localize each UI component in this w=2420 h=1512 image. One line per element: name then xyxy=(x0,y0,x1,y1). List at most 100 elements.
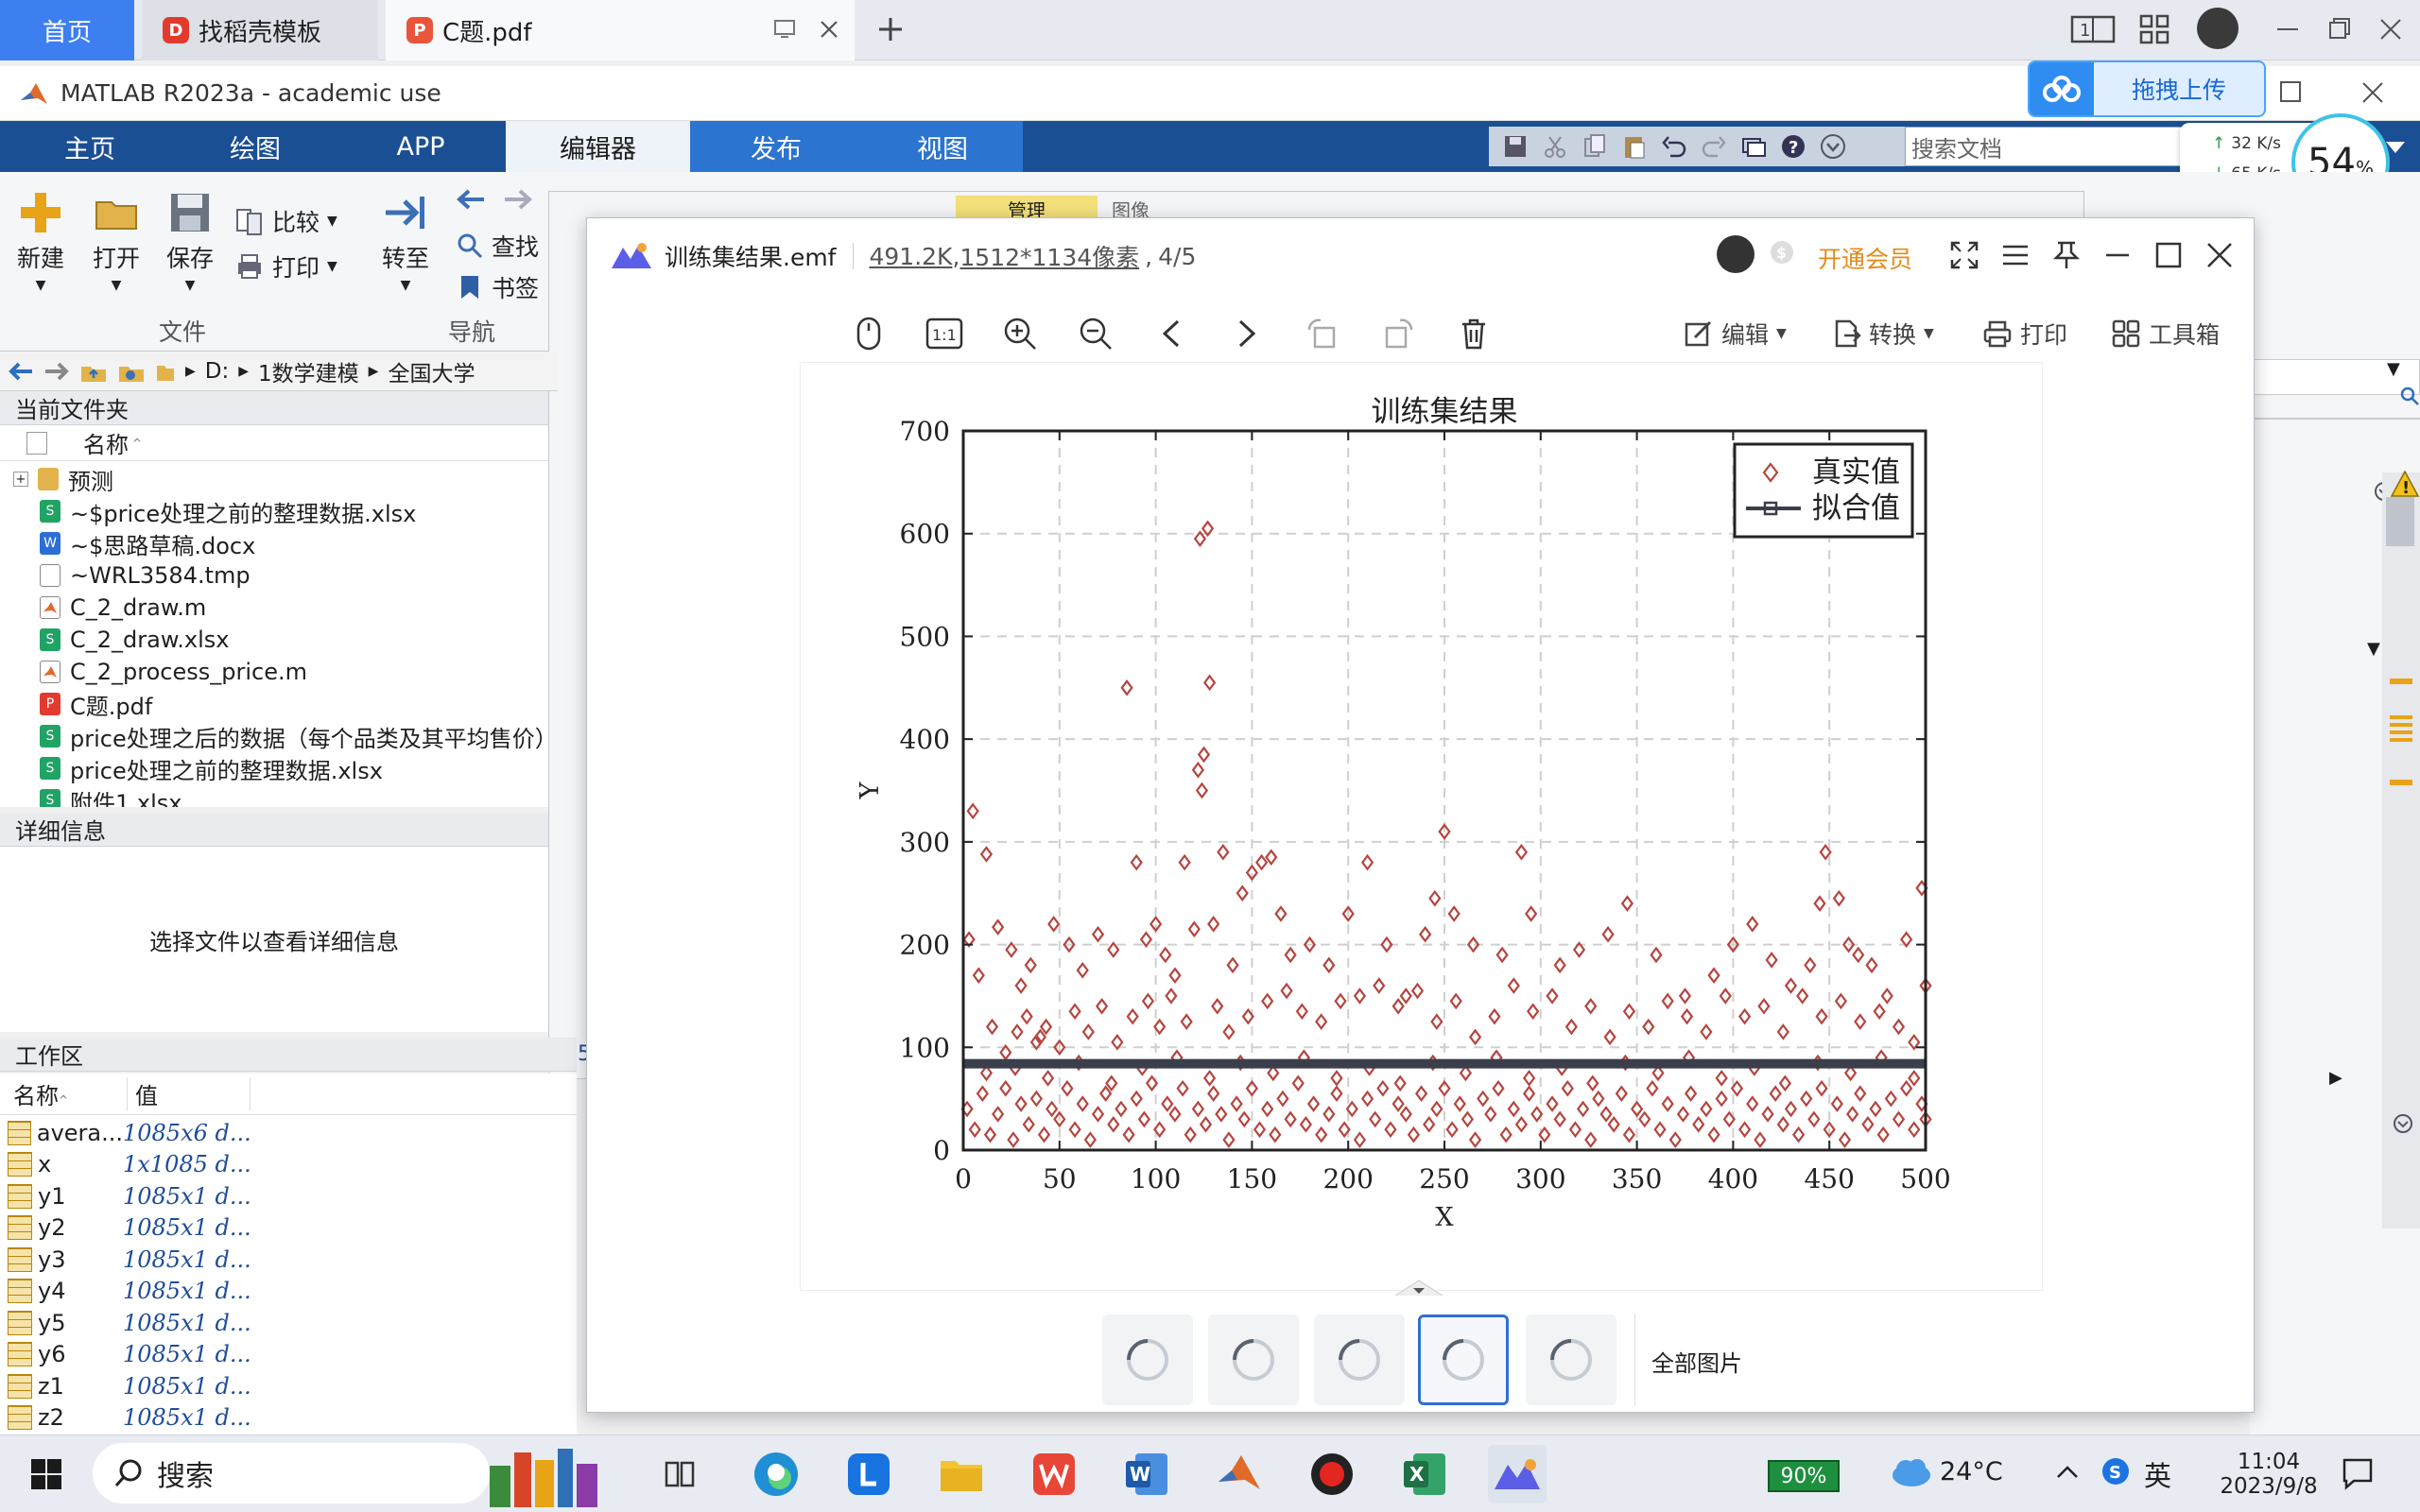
file-row[interactable]: C_2_draw.m xyxy=(0,592,206,624)
rotate-left-icon[interactable] xyxy=(1300,311,1345,356)
dropdown-icon[interactable] xyxy=(1820,133,1846,160)
viewer-close-icon[interactable] xyxy=(2204,239,2236,271)
tab-home-ribbon[interactable]: 主页 xyxy=(19,121,161,172)
cut-icon[interactable] xyxy=(1542,133,1568,160)
workspace-row[interactable]: y4 1085x1 d... xyxy=(0,1276,255,1307)
print-menu[interactable]: 打印 xyxy=(1982,311,2067,356)
all-images-link[interactable]: 全部图片 xyxy=(1651,1345,1742,1378)
workspace-row[interactable]: z1 1085x1 d... xyxy=(0,1370,255,1401)
thumbnail-2[interactable] xyxy=(1208,1314,1299,1405)
edit-menu[interactable]: 编辑 ▼ xyxy=(1684,311,1787,356)
menu-icon[interactable] xyxy=(1999,239,2031,271)
toolbox-menu[interactable]: 工具箱 xyxy=(2111,311,2220,356)
security-tray-icon[interactable]: S xyxy=(2100,1456,2131,1486)
taskbar-search-box[interactable]: 搜索 xyxy=(93,1443,490,1503)
save-button[interactable]: 保存 ▼ xyxy=(166,189,214,293)
notification-icon[interactable] xyxy=(2341,1456,2375,1490)
browse-folder-icon[interactable] xyxy=(117,359,146,384)
word-icon[interactable]: W xyxy=(1117,1445,1176,1503)
ws-value-col[interactable]: 值 xyxy=(128,1077,251,1110)
restore-icon[interactable] xyxy=(2325,15,2354,43)
fullscreen-icon[interactable] xyxy=(1948,239,1980,271)
tab-editor[interactable]: 编辑器 xyxy=(506,121,690,172)
file-row[interactable]: S 附件1.xlsx xyxy=(0,784,182,807)
file-row[interactable]: Sprice处理之前的整理数据.xlsx xyxy=(0,752,383,784)
file-row[interactable]: S ~$price处理之前的整理数据.xlsx xyxy=(0,495,416,527)
windows-start-icon[interactable] xyxy=(17,1445,76,1503)
drag-upload-button[interactable]: 拖拽上传 xyxy=(2028,60,2266,117)
workspace-row[interactable]: y3 1085x1 d... xyxy=(0,1244,255,1275)
minimize-icon[interactable] xyxy=(2273,15,2302,43)
thumbnail-3[interactable] xyxy=(1314,1314,1405,1405)
tab-template[interactable]: D 找稻壳模板 xyxy=(142,0,378,60)
workspace-row[interactable]: y2 1085x1 d... xyxy=(0,1212,255,1244)
grid-apps-icon[interactable] xyxy=(2138,13,2170,45)
workspace-row[interactable]: z2 1085x1 d... xyxy=(0,1402,255,1434)
file-row[interactable]: S C_2_draw.xlsx xyxy=(0,624,229,656)
task-view-icon[interactable] xyxy=(650,1445,709,1503)
search-docs-input[interactable]: 搜索文档 xyxy=(1905,127,2207,166)
goto-button[interactable]: 转至 ▼ xyxy=(382,189,429,293)
file-explorer-icon[interactable] xyxy=(932,1445,991,1503)
thumbnail-4-selected[interactable] xyxy=(1418,1314,1509,1405)
paste-icon[interactable] xyxy=(1621,133,1648,160)
reader-mode-icon[interactable]: 1 xyxy=(2070,13,2118,45)
expand-icon[interactable]: + xyxy=(13,472,28,487)
up-folder-icon[interactable] xyxy=(79,359,108,384)
ws-name-col[interactable]: 名称^ xyxy=(0,1077,128,1110)
tab-view[interactable]: 视图 xyxy=(862,121,1023,172)
wps-office-icon[interactable] xyxy=(1025,1445,1083,1503)
undo-icon[interactable] xyxy=(1661,133,1687,160)
file-row[interactable]: W ~$思路草稿.docx xyxy=(0,527,255,559)
thumbnail-1[interactable] xyxy=(1102,1314,1193,1405)
bookmark-button[interactable]: 书签 xyxy=(456,270,539,304)
convert-menu[interactable]: 转换 ▼ xyxy=(1831,311,1934,356)
books-widget-icon[interactable] xyxy=(490,1441,631,1507)
previous-image-icon[interactable] xyxy=(1149,311,1194,356)
scroll-right-arrow[interactable]: ▶ xyxy=(2329,1068,2342,1088)
weather-widget[interactable]: 24°C xyxy=(1889,1454,2003,1488)
file-row[interactable]: P C题.pdf xyxy=(0,688,152,720)
image-viewer-taskbar-icon[interactable] xyxy=(1488,1445,1547,1503)
tab-plot[interactable]: 绘图 xyxy=(180,121,331,172)
back-arrow-icon[interactable] xyxy=(456,185,488,214)
maximize-matlab-icon[interactable] xyxy=(2278,79,2303,104)
actual-size-icon[interactable]: 1:1 xyxy=(922,311,967,356)
path-segment-folder1[interactable]: 1数学建模 xyxy=(258,355,359,387)
compare-button[interactable]: 比较 ▼ xyxy=(234,204,337,238)
matlab-taskbar-icon[interactable] xyxy=(1210,1445,1269,1503)
open-vip-link[interactable]: 开通会员 xyxy=(1818,241,1912,275)
edge-browser-icon[interactable] xyxy=(747,1445,805,1503)
tab-publish[interactable]: 发布 xyxy=(690,121,862,172)
zoom-in-icon[interactable] xyxy=(997,311,1043,356)
viewer-avatar[interactable] xyxy=(1717,235,1754,273)
close-tab-icon[interactable] xyxy=(817,17,841,42)
help-icon[interactable]: ? xyxy=(1780,133,1806,160)
thumbnail-5[interactable] xyxy=(1526,1314,1616,1405)
lenovo-app-icon[interactable] xyxy=(839,1445,898,1503)
ime-indicator[interactable]: 英 xyxy=(2144,1454,2171,1494)
pin-icon[interactable] xyxy=(2050,239,2083,271)
viewer-resolution[interactable]: 1512*1134像素 xyxy=(959,239,1139,273)
right-scrollbar-thumb[interactable] xyxy=(2386,497,2414,546)
delete-icon[interactable] xyxy=(1451,311,1496,356)
window-mode-icon[interactable] xyxy=(773,17,798,42)
workspace-row[interactable]: y6 1085x1 d... xyxy=(0,1339,255,1370)
tab-pdf[interactable]: P C题.pdf xyxy=(386,0,855,60)
path-segment-folder2[interactable]: 全国大学 xyxy=(388,355,475,387)
right-dropdown-icon[interactable]: ▼ xyxy=(2387,359,2400,379)
file-row[interactable]: Sprice处理之后的数据（每个品类及其平均售价） xyxy=(0,720,548,752)
switch-window-icon[interactable] xyxy=(1740,133,1767,160)
rotate-right-icon[interactable] xyxy=(1375,311,1421,356)
workspace-row[interactable]: x 1x1085 d... xyxy=(0,1149,255,1180)
save-quick-icon[interactable] xyxy=(1502,133,1529,160)
redo-icon[interactable] xyxy=(1701,133,1727,160)
viewer-maximize-icon[interactable] xyxy=(2152,239,2185,271)
open-button[interactable]: 打开 ▼ xyxy=(93,189,140,293)
workspace-row[interactable]: y5 1085x1 d... xyxy=(0,1307,255,1338)
scroll-down-arrow[interactable]: ▼ xyxy=(2367,639,2380,659)
options-circle-icon-2[interactable] xyxy=(2392,1112,2414,1135)
copy-icon[interactable] xyxy=(1582,133,1608,160)
file-list-header[interactable]: 名称 ^ xyxy=(0,425,548,461)
file-row[interactable]: + 预测 xyxy=(0,463,113,495)
